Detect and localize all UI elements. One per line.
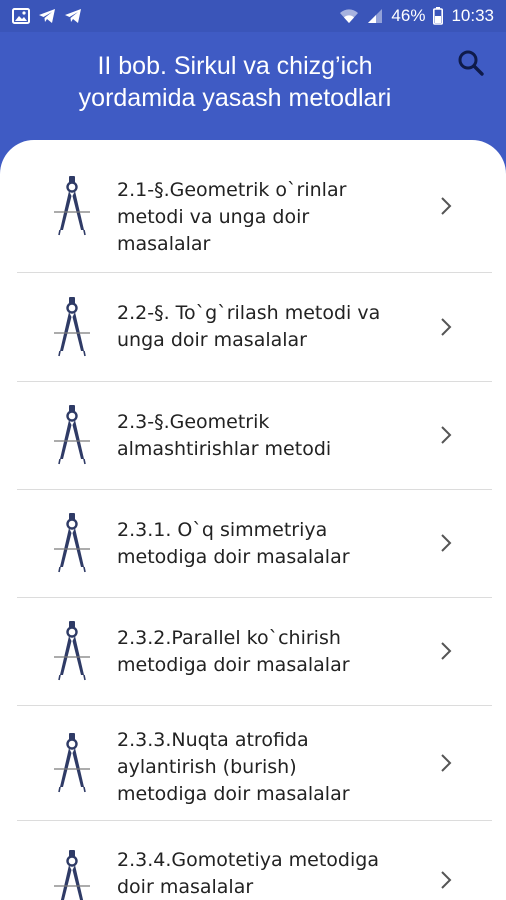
list-item[interactable]: 2.3.2.Parallel ko`chirish metodiga doir … [0,597,506,705]
compass-icon [52,513,92,573]
list-item[interactable]: 2.1-§.Geometrik o`rinlar metodi va unga … [0,140,506,272]
search-button[interactable] [456,48,486,78]
wifi-icon [339,8,359,24]
compass-icon [52,405,92,465]
list-item[interactable]: 2.3.3.Nuqta atrofida aylantirish (burish… [0,705,506,820]
telegram-icon [38,8,56,24]
page-title: II bob. Sirkul va chizg’ich yordamida ya… [78,52,392,112]
list-item-label: 2.2-§. To`g`rilash metodi va unga doir m… [117,302,381,351]
compass-icon [52,176,92,236]
list-item-label: 2.3.3.Nuqta atrofida aylantirish (burish… [117,729,350,805]
app-bar: II bob. Sirkul va chizg’ich yordamida ya… [0,32,506,142]
compass-icon [52,297,92,357]
chevron-right-icon [436,870,456,890]
list-item[interactable]: 2.2-§. To`g`rilash metodi va unga doir m… [0,272,506,381]
chevron-right-icon [436,641,456,661]
clock-time: 10:33 [451,6,494,25]
chevron-right-icon [436,753,456,773]
notification-icons [12,8,82,24]
compass-icon [52,621,92,681]
content-panel: 2.1-§.Geometrik o`rinlar metodi va unga … [0,140,506,900]
battery-icon [433,7,444,25]
list-item-label: 2.1-§.Geometrik o`rinlar metodi va unga … [117,179,347,255]
chevron-right-icon [436,425,456,445]
status-bar: 46% 10:33 [0,0,506,32]
chevron-right-icon [436,317,456,337]
list-item[interactable]: 2.3.4.Gomotetiya metodiga doir masalalar [0,820,506,900]
chevron-right-icon [436,196,456,216]
list-item-label: 2.3.1. O`q simmetriya metodiga doir masa… [117,519,350,568]
chevron-right-icon [436,533,456,553]
list-item-label: 2.3.4.Gomotetiya metodiga doir masalalar [117,849,379,898]
image-icon [12,8,30,24]
search-icon [458,50,484,76]
signal-icon [367,8,383,24]
battery-percent: 46% [391,6,426,25]
compass-icon [52,733,92,793]
list-item-label: 2.3.2.Parallel ko`chirish metodiga doir … [117,627,350,676]
telegram-icon [64,8,82,24]
system-status: 46% 10:33 [339,6,494,26]
compass-icon [52,850,92,900]
list-item[interactable]: 2.3.1. O`q simmetriya metodiga doir masa… [0,489,506,597]
list-item[interactable]: 2.3-§.Geometrik almashtirishlar metodi [0,381,506,489]
list-item-label: 2.3-§.Geometrik almashtirishlar metodi [117,411,332,460]
